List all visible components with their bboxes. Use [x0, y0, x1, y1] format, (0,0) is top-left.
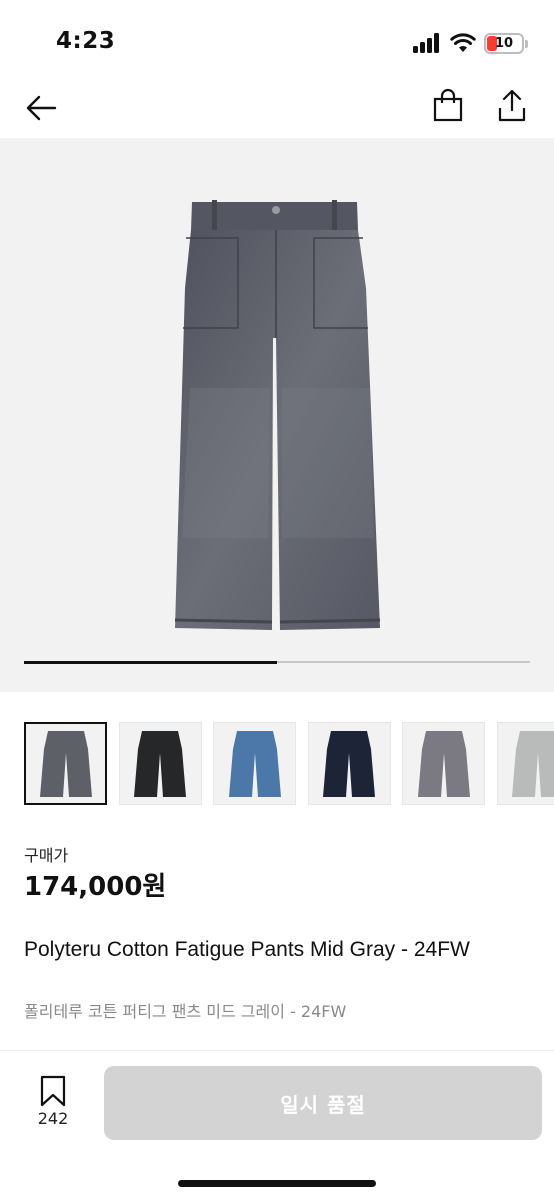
image-progress-fill	[24, 660, 277, 664]
product-image-gallery[interactable]	[0, 138, 554, 692]
bottom-action-bar: 242 일시 품절	[0, 1050, 554, 1200]
product-thumbnail[interactable]	[24, 722, 107, 805]
light-gray-pants-thumbnail	[417, 730, 470, 797]
battery-nub	[525, 40, 528, 48]
price-label: 구매가	[24, 846, 69, 865]
navy-pants-thumbnail	[323, 730, 375, 797]
product-thumbnail[interactable]	[402, 722, 485, 805]
bookmark-button[interactable]: 242	[22, 1075, 84, 1135]
price-value: 174,000원	[24, 872, 167, 902]
product-image	[174, 200, 381, 630]
bookmark-icon	[40, 1075, 66, 1107]
pale-gray-pants-thumbnail	[512, 730, 554, 797]
product-title: Polyteru Cotton Fatigue Pants Mid Gray -…	[24, 938, 470, 961]
shopping-bag-icon	[433, 88, 463, 122]
thumbnail-strip	[24, 722, 554, 806]
product-thumbnail[interactable]	[213, 722, 296, 805]
nav-bar	[0, 80, 554, 138]
cellular-signal-icon	[413, 33, 443, 53]
battery-level-text: 10	[494, 36, 514, 51]
status-time: 4:23	[56, 28, 116, 54]
bookmark-count: 242	[37, 1109, 69, 1128]
black-pants-thumbnail	[134, 730, 186, 797]
product-title-korean: 폴리테루 코튼 퍼티그 팬츠 미드 그레이 - 24FW	[24, 1002, 347, 1021]
product-thumbnail[interactable]	[118, 722, 202, 805]
battery-icon: 10	[484, 33, 524, 54]
product-thumbnail[interactable]	[307, 722, 391, 805]
shopping-bag-button[interactable]	[428, 86, 468, 126]
wifi-icon	[450, 33, 476, 52]
home-indicator	[178, 1180, 376, 1187]
product-thumbnail[interactable]	[496, 722, 554, 805]
gray-pants-thumbnail	[39, 730, 92, 797]
blue-pants-thumbnail	[228, 730, 281, 797]
image-progress-track	[24, 660, 530, 664]
share-icon	[498, 89, 526, 122]
share-button[interactable]	[492, 86, 532, 126]
back-button[interactable]	[22, 88, 62, 128]
arrow-left-icon	[26, 95, 57, 121]
sold-out-button[interactable]: 일시 품절	[104, 1066, 542, 1140]
status-bar: 4:23 10	[0, 0, 554, 80]
